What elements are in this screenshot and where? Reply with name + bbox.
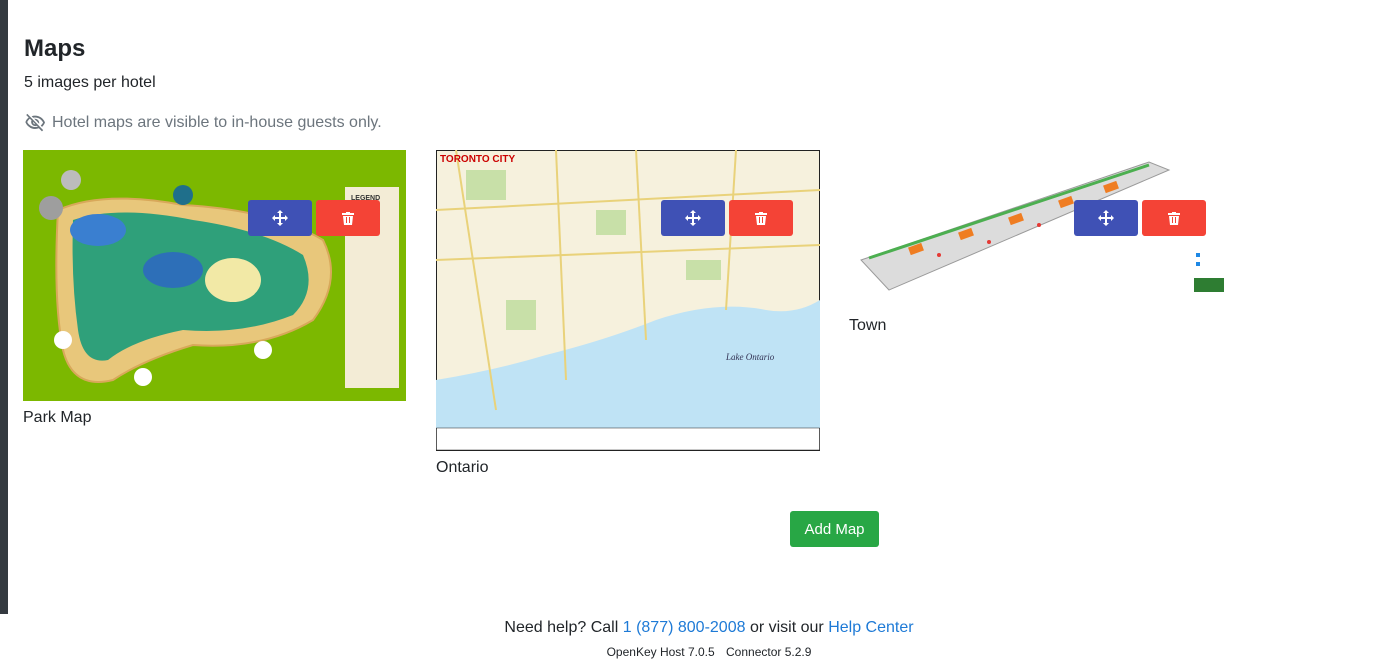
visibility-note-text: Hotel maps are visible to in-house guest… [52, 114, 382, 131]
eye-slash-icon [25, 113, 45, 132]
visit-text: or visit our [749, 619, 824, 636]
arrows-move-icon [685, 210, 701, 226]
page-title: Maps [24, 35, 86, 62]
connector-version: Connector 5.2.9 [726, 645, 812, 659]
map-caption: Town [849, 317, 887, 334]
add-map-button[interactable]: Add Map [790, 511, 879, 547]
arrows-move-icon [1098, 210, 1114, 226]
images-per-hotel-text: 5 images per hotel [24, 74, 156, 91]
trash-icon [755, 211, 767, 225]
footer: Need help? Call 1 (877) 800-2008 or visi… [0, 614, 1378, 659]
visibility-note: Hotel maps are visible to in-house guest… [24, 112, 382, 134]
map-card-park: LEGEND Park Map [23, 150, 406, 430]
ontario-map-lake-label: Lake Ontario [725, 352, 775, 362]
map-caption: Ontario [436, 459, 489, 476]
map-card-ontario: TORONTO CITY Lake Ontario Ontario [436, 150, 821, 480]
map-card-town: Town [849, 150, 1234, 340]
delete-button[interactable] [316, 200, 380, 236]
map-caption: Park Map [23, 409, 92, 426]
move-button[interactable] [248, 200, 312, 236]
sidebar-edge [0, 0, 8, 614]
help-prefix-text: Need help? Call [504, 619, 619, 636]
move-button[interactable] [1074, 200, 1138, 236]
arrows-move-icon [272, 210, 288, 226]
delete-button[interactable] [729, 200, 793, 236]
map-thumbnail-park[interactable]: LEGEND [23, 150, 406, 401]
move-button[interactable] [661, 200, 725, 236]
map-thumbnail-ontario[interactable]: TORONTO CITY Lake Ontario [436, 150, 820, 451]
host-version: OpenKey Host 7.0.5 [606, 645, 715, 659]
maps-section: Maps 5 images per hotel Hotel maps are v… [23, 0, 1363, 614]
help-line: Need help? Call 1 (877) 800-2008 or visi… [0, 618, 1378, 638]
trash-icon [1168, 211, 1180, 225]
trash-icon [342, 211, 354, 225]
phone-link[interactable]: 1 (877) 800-2008 [623, 619, 746, 636]
help-center-link[interactable]: Help Center [828, 619, 913, 636]
delete-button[interactable] [1142, 200, 1206, 236]
ontario-map-title: TORONTO CITY [440, 154, 516, 165]
